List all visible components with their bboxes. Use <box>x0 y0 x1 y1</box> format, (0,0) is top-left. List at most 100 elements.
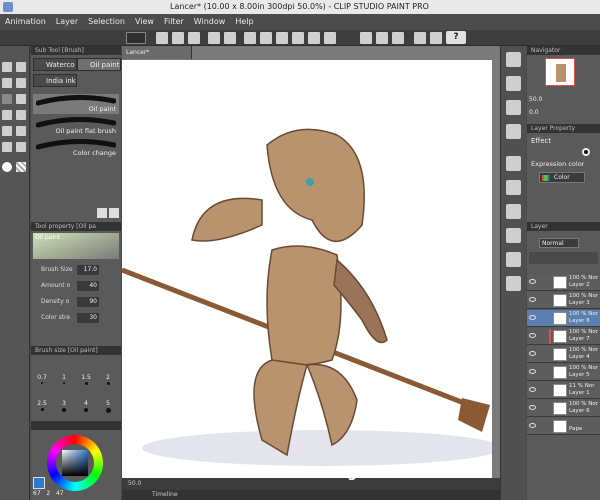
save-icon[interactable] <box>188 32 200 44</box>
visibility-eye-icon[interactable] <box>529 387 536 392</box>
visibility-eye-icon[interactable] <box>529 405 536 410</box>
border-effect-icon[interactable] <box>582 148 590 156</box>
layer-row[interactable]: 11 % Nor Layer 1 <box>527 382 600 399</box>
clear-icon[interactable] <box>244 32 256 44</box>
menu-animation[interactable]: Animation <box>0 14 51 30</box>
sub-view-icon[interactable] <box>506 76 521 91</box>
animation-cels-icon[interactable] <box>506 252 521 267</box>
selection-tool-icon[interactable] <box>2 78 12 88</box>
size-preset[interactable]: 2.5 <box>33 400 51 414</box>
layer-row-selected[interactable]: 100 % Nor Layer 8 <box>527 310 600 327</box>
brush-color-change[interactable]: Color change <box>33 138 119 158</box>
menu-filter[interactable]: Filter <box>159 14 189 30</box>
layer-row[interactable]: 100 % Nor Layer 2 <box>527 274 600 291</box>
subtool-settings-icon[interactable] <box>97 208 107 218</box>
property-density[interactable]: Density o 90 <box>33 296 119 308</box>
saturation-square[interactable] <box>62 450 88 476</box>
menu-layer[interactable]: Layer <box>51 14 83 30</box>
layout-icon[interactable] <box>414 32 426 44</box>
canvas-tab[interactable]: Lancer* <box>122 46 192 59</box>
layer-row[interactable]: 100 % Nor Layer 5 <box>527 364 600 381</box>
settings-icon[interactable] <box>430 32 442 44</box>
paper-layer-row[interactable]: Pape <box>527 418 600 435</box>
clip-studio-logo-icon[interactable] <box>126 32 146 44</box>
auto-action-icon[interactable] <box>506 276 521 291</box>
tab-india-ink[interactable]: India ink <box>33 74 77 87</box>
history-icon[interactable] <box>506 204 521 219</box>
open-folder-icon[interactable] <box>172 32 184 44</box>
hue-ring[interactable] <box>47 435 103 491</box>
transform-icon[interactable] <box>292 32 304 44</box>
menu-help[interactable]: Help <box>230 14 258 30</box>
blend-mode-dropdown[interactable]: Normal <box>539 238 579 248</box>
property-amount-of-paint[interactable]: Amount o 40 <box>33 280 119 292</box>
visibility-eye-icon[interactable] <box>529 279 536 284</box>
layer-row[interactable]: 100 % Nor Layer 3 <box>527 292 600 309</box>
redo-icon[interactable] <box>224 32 236 44</box>
menu-selection[interactable]: Selection <box>83 14 130 30</box>
layer-row[interactable]: 100 % Nor Layer 6 <box>527 400 600 417</box>
special-ruler-snap-icon[interactable] <box>376 32 388 44</box>
tab-watercolor[interactable]: Waterco <box>33 58 77 71</box>
size-preset[interactable]: 5 <box>99 400 117 414</box>
menu-view[interactable]: View <box>130 14 159 30</box>
fill-icon[interactable] <box>276 32 288 44</box>
navigator-rotation-value[interactable]: 0.0 <box>529 109 539 116</box>
material-icon[interactable] <box>506 156 521 171</box>
grid-snap-icon[interactable] <box>392 32 404 44</box>
info-icon[interactable] <box>506 100 521 115</box>
size-preset[interactable]: 3 <box>55 400 73 414</box>
brush-oil-paint-flat[interactable]: Oil paint flat brush <box>33 116 119 136</box>
help-button[interactable]: ? <box>446 31 466 44</box>
status-number: 3 <box>348 469 357 483</box>
blend-tool-icon[interactable] <box>16 126 26 136</box>
main-color-swatch[interactable] <box>2 162 12 172</box>
tab-oil-paint[interactable]: Oil paint <box>77 58 121 71</box>
drawing-canvas[interactable] <box>121 60 502 478</box>
eraser-tool-icon[interactable] <box>2 126 12 136</box>
airbrush-tool-icon[interactable] <box>16 110 26 120</box>
navigator-preview[interactable] <box>545 58 575 86</box>
menu-window[interactable]: Window <box>189 14 231 30</box>
size-preset[interactable]: 1 <box>55 374 73 388</box>
new-file-icon[interactable] <box>156 32 168 44</box>
current-color-swatch[interactable] <box>33 477 45 489</box>
navigator-zoom-value[interactable]: 50.0 <box>529 96 542 103</box>
undo-icon[interactable] <box>208 32 220 44</box>
selection-show-icon[interactable] <box>324 32 336 44</box>
image-material-icon[interactable] <box>506 180 521 195</box>
property-brush-size[interactable]: Brush Size 17.0 <box>33 264 119 276</box>
layer-row[interactable]: 100 % Nor Layer 7 <box>527 328 600 345</box>
visibility-eye-icon[interactable] <box>529 369 536 374</box>
gradient-tool-icon[interactable] <box>16 142 26 152</box>
visibility-eye-icon[interactable] <box>529 297 536 302</box>
lasso-tool-icon[interactable] <box>16 78 26 88</box>
size-preset[interactable]: 4 <box>77 400 95 414</box>
brush-tool-icon[interactable] <box>2 110 12 120</box>
visibility-eye-icon[interactable] <box>529 423 536 428</box>
expression-color-dropdown[interactable]: Color <box>539 172 585 183</box>
visibility-eye-icon[interactable] <box>529 351 536 356</box>
layer-property-icon[interactable] <box>506 124 521 139</box>
pen-tool-icon[interactable] <box>2 94 12 104</box>
navigator-icon[interactable] <box>506 52 521 67</box>
timeline-tab[interactable]: Timeline <box>122 490 500 500</box>
property-color-stretch[interactable]: Color stre 30 <box>33 312 119 324</box>
delete-subtool-icon[interactable] <box>109 208 119 218</box>
size-preset[interactable]: 2 <box>99 374 117 388</box>
layer-row[interactable]: 100 % Nor Layer 4 <box>527 346 600 363</box>
move-tool-icon[interactable] <box>2 62 12 72</box>
visibility-eye-icon[interactable] <box>529 315 536 320</box>
deselect-icon[interactable] <box>260 32 272 44</box>
transparent-color-swatch[interactable] <box>16 162 26 172</box>
size-preset[interactable]: 0.7 <box>33 374 51 388</box>
brush-oil-paint[interactable]: Oil paint <box>33 94 119 114</box>
size-preset[interactable]: 1.5 <box>77 374 95 388</box>
zoom-tool-icon[interactable] <box>16 62 26 72</box>
pencil-tool-icon[interactable] <box>16 94 26 104</box>
crop-icon[interactable] <box>308 32 320 44</box>
fill-tool-icon[interactable] <box>2 142 12 152</box>
layer-search-icon[interactable] <box>506 228 521 243</box>
visibility-eye-icon[interactable] <box>529 333 536 338</box>
ruler-snap-icon[interactable] <box>360 32 372 44</box>
